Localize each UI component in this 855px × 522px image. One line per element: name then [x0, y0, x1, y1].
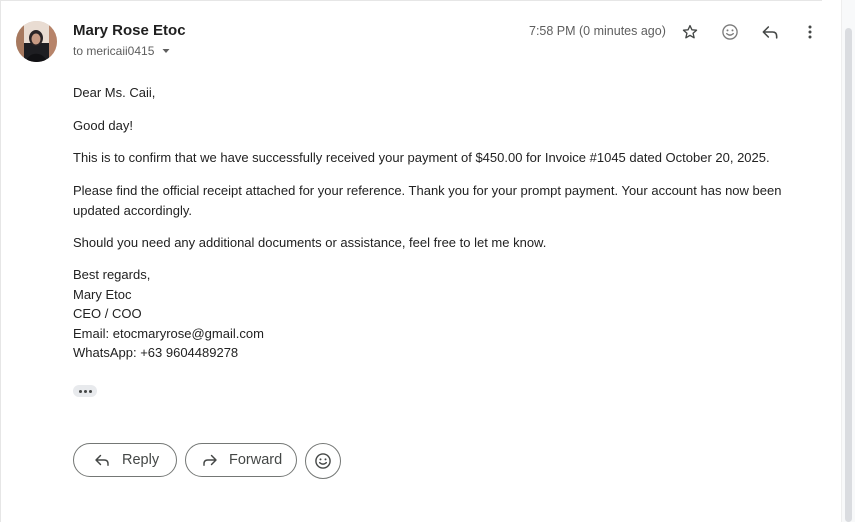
message-paragraph-3: Please find the official receipt attache… [73, 183, 782, 218]
show-trimmed-content-button[interactable] [73, 385, 97, 397]
recipient-label: to mericaii0415 [73, 44, 155, 58]
signature-title: CEO / COO [73, 306, 142, 321]
recipient-details: to mericaii0415 [73, 44, 172, 58]
emoji-reaction-button[interactable] [305, 443, 341, 479]
signature-closing: Best regards, [73, 267, 151, 282]
message-timestamp: 7:58 PM (0 minutes ago) [529, 24, 666, 38]
more-options-icon[interactable] [798, 20, 822, 44]
emoji-reaction-icon[interactable] [718, 20, 742, 44]
left-divider [0, 0, 1, 522]
sender-name: Mary Rose Etoc [73, 22, 186, 39]
ellipsis-dot-icon [88, 389, 92, 393]
avatar-photo [16, 21, 57, 62]
star-icon[interactable] [678, 20, 702, 44]
reply-icon[interactable] [758, 20, 782, 44]
signature-email: Email: etocmaryrose@gmail.com [73, 326, 264, 341]
reply-arrow-icon [92, 450, 112, 470]
caret-down-icon[interactable] [160, 45, 172, 57]
forward-button-label: Forward [229, 452, 283, 468]
scrollbar[interactable] [841, 0, 855, 522]
signature-whatsapp: WhatsApp: +63 9604489278 [73, 345, 239, 360]
message-paragraph-4: Should you need any additional documents… [73, 235, 547, 250]
message-paragraph-2: This is to confirm that we have successf… [73, 150, 770, 165]
sender-avatar[interactable] [16, 21, 57, 62]
ellipsis-dot-icon [83, 389, 87, 393]
reply-button-label: Reply [122, 452, 160, 468]
ellipsis-dot-icon [78, 389, 82, 393]
email-view: Mary Rose Etoc to mericaii0415 7:58 PM (… [0, 0, 855, 522]
scrollbar-thumb[interactable] [845, 28, 852, 522]
forward-arrow-icon [200, 450, 220, 470]
message-greeting: Dear Ms. Caii, [73, 85, 156, 100]
top-divider [0, 0, 822, 1]
message-paragraph-1: Good day! [73, 118, 133, 133]
emoji-icon [315, 453, 331, 469]
signature-name: Mary Etoc [73, 287, 132, 302]
reply-button[interactable]: Reply [73, 443, 177, 477]
forward-button[interactable]: Forward [185, 443, 297, 477]
